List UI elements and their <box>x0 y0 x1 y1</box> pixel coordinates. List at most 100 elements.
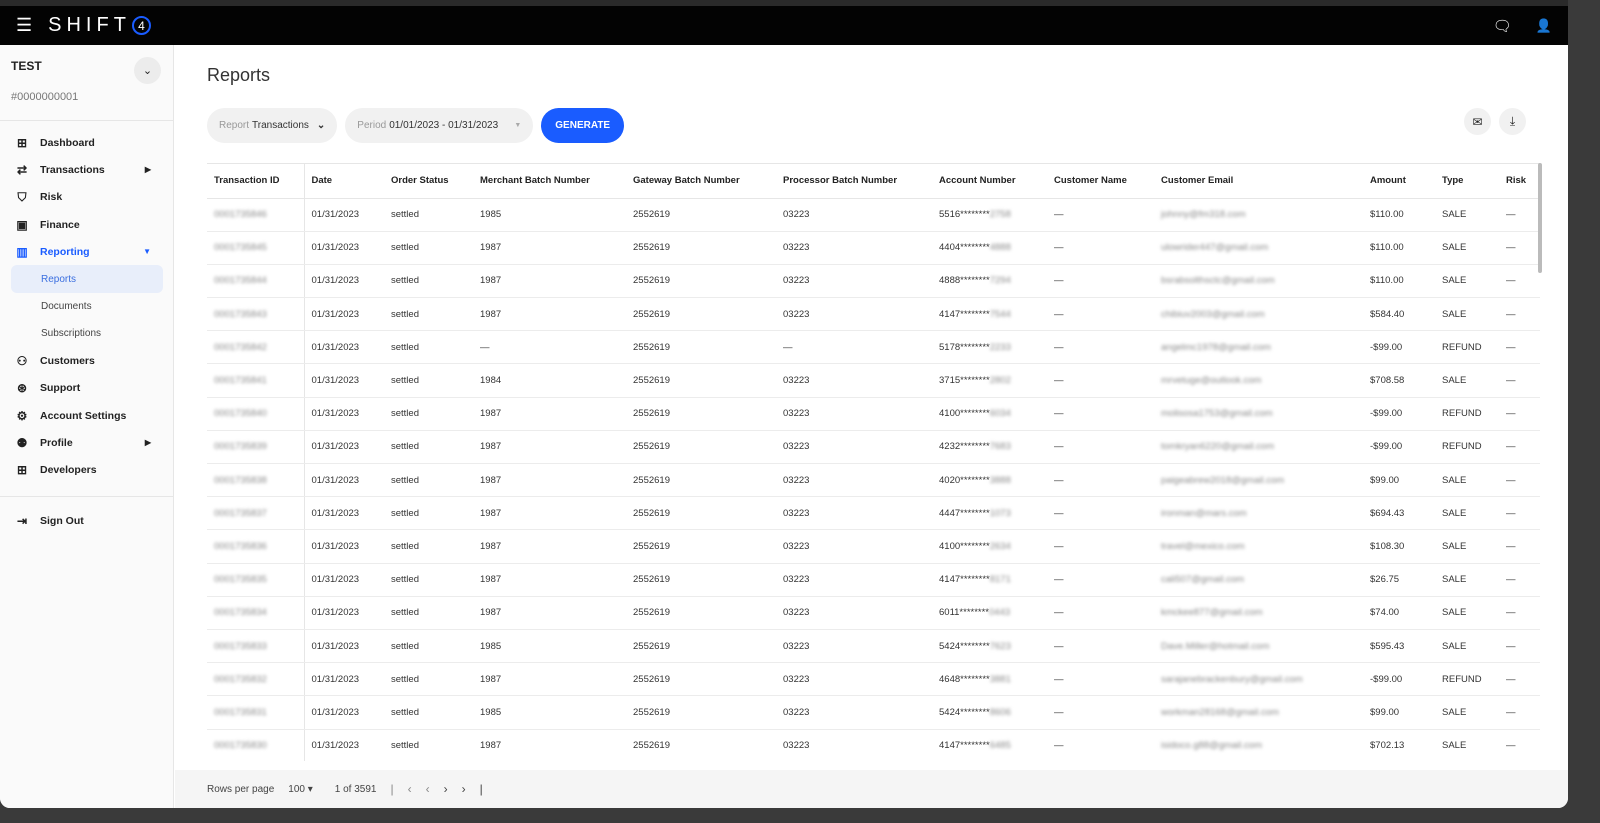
table-cell: — <box>1499 596 1540 630</box>
column-header-transaction-id[interactable]: Transaction ID <box>207 164 305 199</box>
column-header-merchant-batch-number[interactable]: Merchant Batch Number <box>473 164 626 199</box>
report-label: Report <box>219 120 250 131</box>
table-cell: $708.58 <box>1363 363 1435 398</box>
next-page-icon[interactable]: › <box>444 782 462 796</box>
period-select[interactable]: Period 01/01/2023 - 01/31/2023 ▼ <box>345 108 534 143</box>
sidebar-subitem-subscriptions[interactable]: Subscriptions <box>11 320 163 347</box>
table-cell: 03223 <box>776 297 932 332</box>
cell-text: — <box>1506 607 1516 619</box>
prev-page-icon[interactable]: ‹ <box>426 782 444 796</box>
table-cell: $584.40 <box>1363 297 1435 332</box>
table-cell: settled <box>384 330 473 365</box>
column-header-order-status[interactable]: Order Status <box>384 164 473 199</box>
column-header-date[interactable]: Date <box>304 164 384 199</box>
cell-text: 0001735839 <box>214 441 267 453</box>
sidebar-item-account-settings[interactable]: ⚙ Account Settings <box>0 402 173 429</box>
cell-text: 01/31/2023 <box>311 308 360 320</box>
sidebar-subitem-documents[interactable]: Documents <box>11 293 163 320</box>
cell-text: SALE <box>1442 507 1467 519</box>
report-select[interactable]: Report Transactions ⌄ <box>207 108 338 143</box>
sidebar-item-developers[interactable]: ⊞ Developers <box>0 457 173 484</box>
table-cell: settled <box>384 629 473 664</box>
table-row[interactable]: 0001735836 01/31/2023 settled 1987 2552619 03… <box>207 529 1540 564</box>
user-icon[interactable]: 👤 <box>1536 18 1552 34</box>
period-label: Period <box>357 120 387 131</box>
table-row[interactable]: 0001735831 01/31/2023 settled 1985 2552619 03… <box>207 695 1540 730</box>
column-header-customer-email[interactable]: Customer Email <box>1154 164 1363 199</box>
email-icon[interactable]: ✉ <box>1464 108 1491 135</box>
sidebar-item-label: Customers <box>40 355 95 368</box>
cell-text: 4888******** <box>939 275 990 287</box>
sidebar-item-customers[interactable]: ⚇ Customers <box>0 347 173 374</box>
table-cell: 1987 <box>473 264 626 299</box>
cell-text: 0001735836 <box>214 540 267 552</box>
table-cell: 0001735834 <box>207 596 305 630</box>
table-row[interactable]: 0001735839 01/31/2023 settled 1987 2552619 03… <box>207 430 1540 465</box>
cell-text: 03223 <box>783 408 810 420</box>
scrollbar[interactable] <box>1538 163 1542 273</box>
table-cell: — <box>1499 529 1540 564</box>
sign-out-button[interactable]: ⇥ Sign Out <box>0 507 173 534</box>
table-row[interactable]: 0001735845 01/31/2023 settled 1987 2552619 03… <box>207 231 1540 265</box>
first-page-icon[interactable]: |‹ <box>390 782 425 796</box>
table-cell: 1987 <box>473 297 626 332</box>
last-page-icon[interactable]: ›| <box>462 782 497 796</box>
table-cell: 03223 <box>776 596 932 630</box>
logo[interactable]: SHIFT 4 <box>48 14 151 37</box>
table-row[interactable]: 0001735833 01/31/2023 settled 1985 2552619 03… <box>207 629 1540 664</box>
cell-text: 01/31/2023 <box>311 574 360 586</box>
table-row[interactable]: 0001735840 01/31/2023 settled 1987 2552619 03… <box>207 397 1540 431</box>
menu-icon[interactable]: ☰ <box>16 15 32 36</box>
column-header-account-number[interactable]: Account Number <box>932 164 1047 199</box>
download-icon[interactable]: ⤓ <box>1499 108 1526 135</box>
table-cell: 1987 <box>473 563 626 597</box>
cell-text: — <box>1506 308 1516 320</box>
table-cell: — <box>1047 330 1154 365</box>
column-header-type[interactable]: Type <box>1435 164 1499 199</box>
cell-text: 0001735838 <box>214 474 267 486</box>
table-cell: 2552619 <box>626 363 776 398</box>
sidebar-item-profile[interactable]: ⚉ Profile ▶ <box>0 429 173 456</box>
column-header-amount[interactable]: Amount <box>1363 164 1435 199</box>
column-header-processor-batch-number[interactable]: Processor Batch Number <box>776 164 932 199</box>
column-header-customer-name[interactable]: Customer Name <box>1047 164 1154 199</box>
table-cell: 4147********8171 <box>932 563 1047 597</box>
cell-text: -$99.00 <box>1370 673 1403 685</box>
table-row[interactable]: 0001735834 01/31/2023 settled 1987 2552619 03… <box>207 596 1540 630</box>
sidebar-item-reporting[interactable]: ▥ Reporting ▼ <box>0 238 173 265</box>
table-row[interactable]: 0001735844 01/31/2023 settled 1987 2552619 03… <box>207 264 1540 299</box>
generate-button[interactable]: GENERATE <box>541 108 625 143</box>
table-cell: SALE <box>1435 529 1499 564</box>
sidebar-item-finance[interactable]: ▣ Finance <box>0 211 173 238</box>
table-row[interactable]: 0001735842 01/31/2023 settled — 2552619 — 5178… <box>207 330 1540 365</box>
chat-icon[interactable]: 🗨 <box>1493 17 1512 35</box>
table-row[interactable]: 0001735841 01/31/2023 settled 1984 2552619 03… <box>207 363 1540 398</box>
cell-text: 3881 <box>989 673 1011 685</box>
chart-icon: ▥ <box>16 244 28 259</box>
table-row[interactable]: 0001735837 01/31/2023 settled 1987 2552619 03… <box>207 496 1540 531</box>
rows-per-page-select[interactable]: 100 ▾ <box>288 784 312 795</box>
sidebar-subitem-reports[interactable]: Reports <box>11 265 163 293</box>
table-cell: 03223 <box>776 397 932 431</box>
sign-out-icon: ⇥ <box>16 513 28 528</box>
table-row[interactable]: 0001735838 01/31/2023 settled 1987 2552619 03… <box>207 463 1540 498</box>
table-row[interactable]: 0001735830 01/31/2023 settled 1987 2552619 03… <box>207 729 1540 761</box>
table-row[interactable]: 0001735832 01/31/2023 settled 1987 2552619 03… <box>207 662 1540 697</box>
table-cell: settled <box>384 198 473 232</box>
cell-text: $99.00 <box>1370 474 1400 486</box>
table-cell: kmckee877@gmail.com <box>1154 596 1363 630</box>
cell-text: 4100******** <box>939 540 990 552</box>
column-header-gateway-batch-number[interactable]: Gateway Batch Number <box>626 164 776 199</box>
sidebar-item-transactions[interactable]: ⇄ Transactions ▶ <box>0 156 173 183</box>
sidebar-item-dashboard[interactable]: ⊞ Dashboard <box>0 129 173 156</box>
column-header-risk[interactable]: Risk <box>1499 164 1540 199</box>
cell-text: 4147******** <box>939 740 990 752</box>
table-row[interactable]: 0001735843 01/31/2023 settled 1987 2552619 03… <box>207 297 1540 332</box>
table-row[interactable]: 0001735835 01/31/2023 settled 1987 2552619 03… <box>207 563 1540 597</box>
cell-text: — <box>1506 441 1516 453</box>
sidebar-item-risk[interactable]: ⛉ Risk <box>0 184 173 211</box>
cell-text: paigeabrew2018@gmail.com <box>1161 474 1285 486</box>
sidebar-item-support[interactable]: ⊛ Support <box>0 375 173 402</box>
table-row[interactable]: 0001735846 01/31/2023 settled 1985 2552619 03… <box>207 198 1540 232</box>
account-dropdown-button[interactable]: ⌄ <box>134 57 161 84</box>
